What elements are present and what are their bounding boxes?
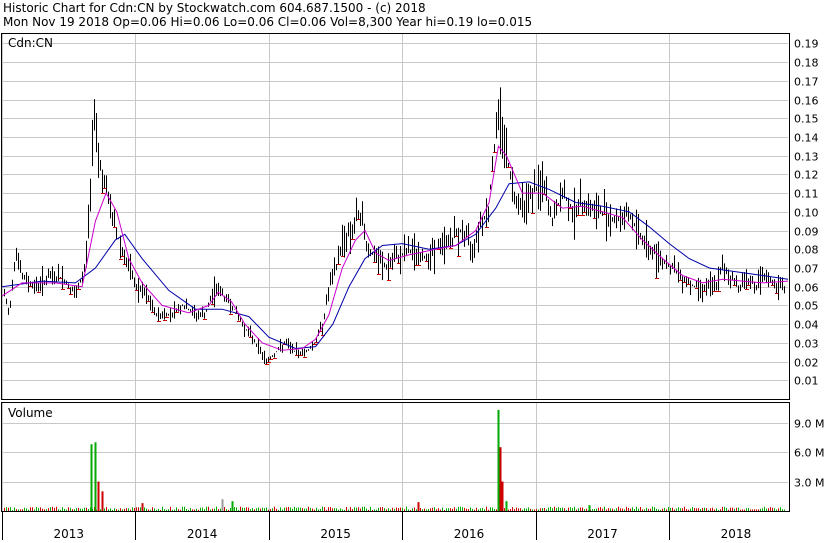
year-tick-label: 2017 <box>587 527 618 541</box>
price-panel-title: Cdn:CN <box>8 36 53 50</box>
year-tick-label: 2015 <box>320 527 351 541</box>
volume-tick-label: 3.0 M <box>794 477 824 490</box>
price-tick-label: 0.05 <box>794 300 819 313</box>
price-panel-frame <box>1 33 790 400</box>
price-tick-label: 0.17 <box>794 76 819 89</box>
price-axis-labels: 0.19 0.18 0.17 0.16 0.15 0.14 0.13 0.12 0.11 0.10… <box>794 38 819 388</box>
price-tick-label: 0.07 <box>794 263 819 276</box>
price-tick-label: 0.06 <box>794 282 819 295</box>
year-tick-label: 2016 <box>454 527 485 541</box>
volume-panel-title: Volume <box>8 406 53 420</box>
volume-axis-labels: 9.0 M 6.0 M 3.0 M <box>794 418 824 490</box>
price-tick-label: 0.11 <box>794 188 819 201</box>
stock-chart: 0.19 0.18 0.17 0.16 0.15 0.14 0.13 0.12 0.11 0.10… <box>1 33 824 541</box>
price-tick-label: 0.18 <box>794 57 819 70</box>
year-tick-label: 2018 <box>721 527 752 541</box>
price-tick-label: 0.08 <box>794 244 819 257</box>
price-tick-label: 0.10 <box>794 207 819 220</box>
price-tick-label: 0.16 <box>794 95 819 108</box>
price-tick-label: 0.09 <box>794 226 819 239</box>
price-tick-label: 0.14 <box>794 132 819 145</box>
year-tick-label: 2014 <box>187 527 218 541</box>
price-tick-label: 0.01 <box>794 375 819 388</box>
price-tick-label: 0.13 <box>794 151 819 164</box>
price-tick-label: 0.03 <box>794 338 819 351</box>
volume-tick-label: 9.0 M <box>794 418 824 431</box>
price-tick-label: 0.15 <box>794 113 819 126</box>
price-tick-label: 0.19 <box>794 38 819 51</box>
volume-tick-label: 6.0 M <box>794 447 824 460</box>
volume-panel-frame <box>1 402 790 512</box>
price-tick-label: 0.04 <box>794 319 819 332</box>
price-tick-label: 0.12 <box>794 169 819 182</box>
year-tick-label: 2013 <box>53 527 84 541</box>
price-tick-label: 0.02 <box>794 357 819 370</box>
